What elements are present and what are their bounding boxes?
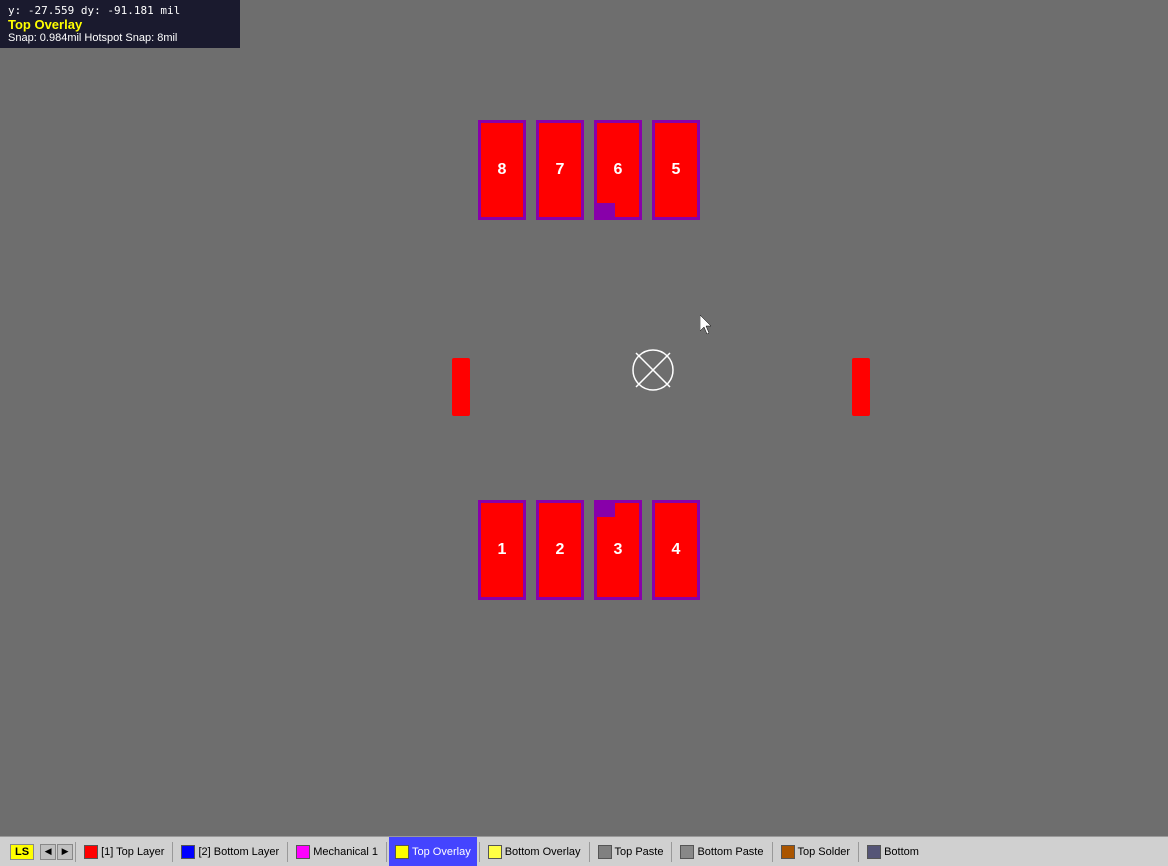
sep-7 <box>671 842 672 862</box>
pad-1-label: 1 <box>498 541 507 559</box>
layer-top-overlay-swatch <box>395 845 409 859</box>
layer-top-paste-label: Top Paste <box>615 846 664 858</box>
sep-8 <box>772 842 773 862</box>
ls-indicator[interactable]: LS <box>4 837 40 866</box>
layer-mechanical-swatch <box>296 845 310 859</box>
layer-bottom-paste[interactable]: Bottom Paste <box>674 837 769 866</box>
pad-6[interactable]: 6 <box>594 120 642 220</box>
pad-8-label: 8 <box>498 161 507 179</box>
layer-top-paste[interactable]: Top Paste <box>592 837 670 866</box>
layer-nav: ◀ ▶ <box>40 844 73 860</box>
pad-8[interactable]: 8 <box>478 120 526 220</box>
sep-2 <box>172 842 173 862</box>
layer-bottom-extra[interactable]: Bottom <box>861 837 925 866</box>
pad-2[interactable]: 2 <box>536 500 584 600</box>
layer-top-label: [1] Top Layer <box>101 846 164 858</box>
mouse-cursor <box>700 315 716 331</box>
pad-3[interactable]: 3 <box>594 500 642 600</box>
layer-top-paste-swatch <box>598 845 612 859</box>
pad-4[interactable]: 4 <box>652 500 700 600</box>
layer-bottom-extra-swatch <box>867 845 881 859</box>
sep-3 <box>287 842 288 862</box>
layer-top-swatch <box>84 845 98 859</box>
top-pad-row: 8 7 6 5 <box>478 120 700 220</box>
pad-5-label: 5 <box>672 161 681 179</box>
active-layer-name: Top Overlay <box>8 17 232 32</box>
pad-6-label: 6 <box>614 161 623 179</box>
coordinates: y: -27.559 dy: -91.181 mil <box>8 4 232 17</box>
pad-4-label: 4 <box>672 541 681 559</box>
ls-label: LS <box>10 844 34 860</box>
side-pad-left[interactable] <box>452 358 470 416</box>
pad-7[interactable]: 7 <box>536 120 584 220</box>
layer-bottom-overlay[interactable]: Bottom Overlay <box>482 837 587 866</box>
nav-prev[interactable]: ◀ <box>40 844 56 860</box>
sep-9 <box>858 842 859 862</box>
layer-bottom-paste-swatch <box>680 845 694 859</box>
snap-info: Snap: 0.984mil Hotspot Snap: 8mil <box>8 32 232 44</box>
side-pad-right[interactable] <box>852 358 870 416</box>
layer-bottom-overlay-label: Bottom Overlay <box>505 846 581 858</box>
pad-5[interactable]: 5 <box>652 120 700 220</box>
layer-top-overlay-label: Top Overlay <box>412 846 471 858</box>
layer-bottom-swatch <box>181 845 195 859</box>
pad-7-label: 7 <box>556 161 565 179</box>
layer-mechanical-label: Mechanical 1 <box>313 846 378 858</box>
bottom-toolbar: LS ◀ ▶ [1] Top Layer [2] Bottom Layer Me… <box>0 836 1168 866</box>
layer-bottom[interactable]: [2] Bottom Layer <box>175 837 285 866</box>
layer-top-overlay[interactable]: Top Overlay <box>389 837 477 866</box>
pad-2-label: 2 <box>556 541 565 559</box>
layer-bottom-extra-label: Bottom <box>884 846 919 858</box>
layer-top[interactable]: [1] Top Layer <box>78 837 170 866</box>
layer-bottom-overlay-swatch <box>488 845 502 859</box>
sep-1 <box>75 842 76 862</box>
pcb-canvas[interactable]: 8 7 6 5 1 2 3 4 <box>0 0 1168 836</box>
layer-bottom-label: [2] Bottom Layer <box>198 846 279 858</box>
layer-top-solder-swatch <box>781 845 795 859</box>
sep-6 <box>589 842 590 862</box>
pad-1[interactable]: 1 <box>478 500 526 600</box>
bottom-pad-row: 1 2 3 4 <box>478 500 700 600</box>
crosshair-symbol <box>628 345 678 395</box>
nav-next[interactable]: ▶ <box>57 844 73 860</box>
sep-5 <box>479 842 480 862</box>
layer-bottom-paste-label: Bottom Paste <box>697 846 763 858</box>
layer-top-solder[interactable]: Top Solder <box>775 837 857 866</box>
layer-mechanical[interactable]: Mechanical 1 <box>290 837 384 866</box>
info-panel: y: -27.559 dy: -91.181 mil Top Overlay S… <box>0 0 240 48</box>
sep-4 <box>386 842 387 862</box>
layer-top-solder-label: Top Solder <box>798 846 851 858</box>
pad-3-label: 3 <box>614 541 623 559</box>
